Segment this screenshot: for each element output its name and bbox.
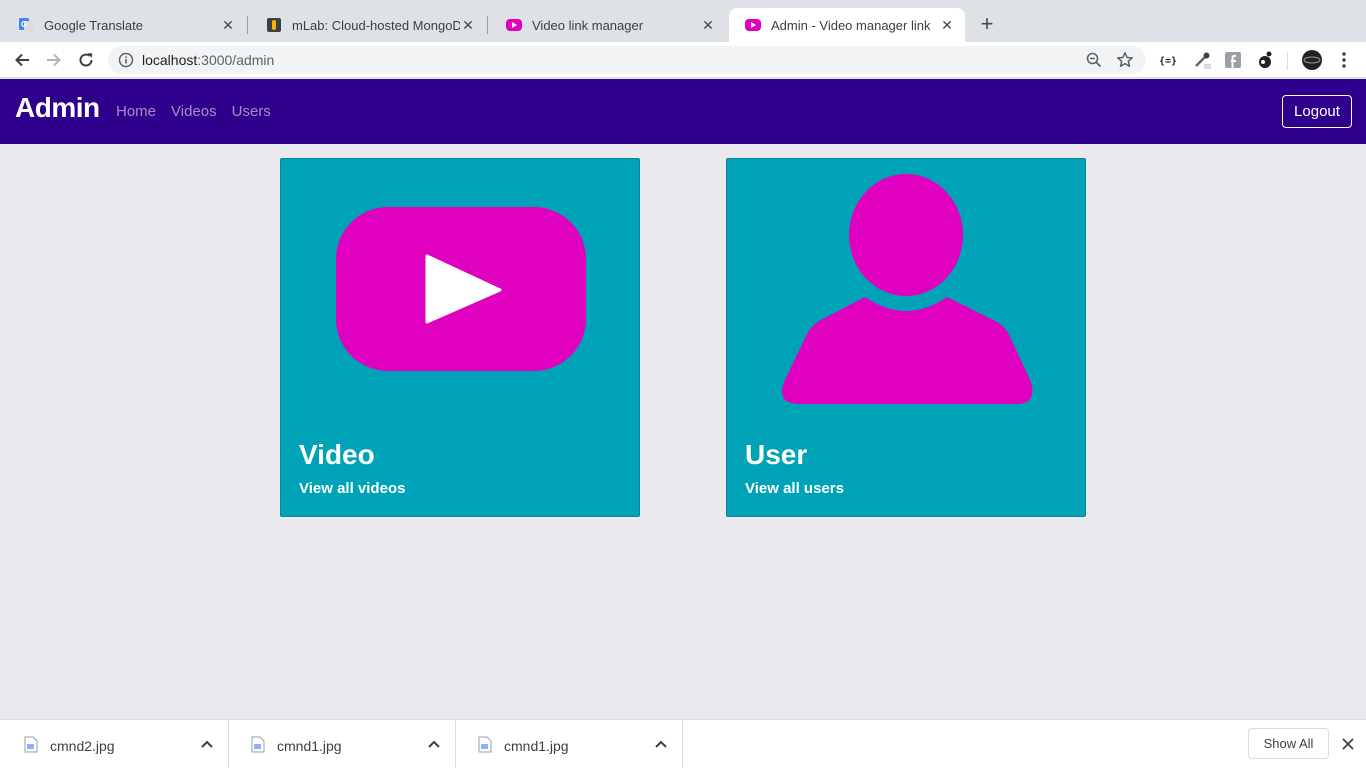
toolbar-divider [1287, 52, 1288, 70]
info-icon[interactable] [118, 52, 134, 68]
url-text: localhost:3000/admin [142, 52, 274, 68]
video-play-icon [506, 17, 522, 33]
user-card[interactable]: User View all users [726, 158, 1086, 517]
download-item[interactable]: cmnd1.jpg [456, 720, 683, 768]
zoom-icon[interactable] [1085, 51, 1103, 69]
download-filename: cmnd1.jpg [504, 738, 569, 754]
gnome-extension-icon[interactable] [1255, 50, 1275, 70]
chevron-up-icon[interactable] [654, 737, 668, 751]
url-path: :3000/admin [197, 52, 275, 68]
nav-link-videos[interactable]: Videos [171, 103, 217, 120]
play-button-icon [281, 159, 639, 419]
tab-title: Admin - Video manager link [771, 17, 931, 33]
tab-divider [247, 16, 248, 34]
download-item[interactable]: cmnd1.jpg [229, 720, 456, 768]
card-title: User [745, 439, 808, 470]
card-link[interactable]: View all videos [299, 480, 405, 497]
address-bar[interactable]: localhost:3000/admin [108, 46, 1146, 74]
forward-arrow-icon[interactable] [42, 48, 66, 72]
close-tab-icon[interactable]: ✕ [939, 17, 955, 33]
reload-icon[interactable] [74, 48, 98, 72]
url-host: localhost [142, 52, 198, 68]
video-card[interactable]: Video View all videos [280, 158, 640, 517]
nav-link-home[interactable]: Home [116, 103, 156, 120]
tab-admin-video-manager[interactable]: Admin - Video manager link ✕ [729, 8, 965, 42]
image-file-icon [478, 736, 492, 753]
image-file-icon [251, 736, 265, 753]
download-filename: cmnd1.jpg [277, 738, 342, 754]
mlab-icon [266, 17, 282, 33]
chevron-up-icon[interactable] [200, 737, 214, 751]
navbar-brand[interactable]: Admin [15, 92, 100, 124]
browser-toolbar: localhost:3000/admin {=} [0, 42, 1366, 78]
close-icon[interactable] [1340, 736, 1356, 752]
download-shelf: cmnd2.jpg cmnd1.jpg cmnd1.jpg Show All [0, 719, 1366, 768]
eyedropper-extension-icon[interactable] [1192, 50, 1212, 70]
image-file-icon [24, 736, 38, 753]
card-link[interactable]: View all users [745, 480, 844, 497]
json-extension-icon[interactable]: {=} [1158, 50, 1178, 70]
back-arrow-icon[interactable] [10, 48, 34, 72]
navbar-links: Home Videos Users [116, 103, 286, 120]
close-tab-icon[interactable]: ✕ [220, 17, 236, 33]
tab-video-link-manager[interactable]: Video link manager ✕ [490, 8, 726, 42]
app-navbar: Admin Home Videos Users Logout [0, 79, 1366, 144]
close-tab-icon[interactable]: ✕ [460, 17, 476, 33]
close-tab-icon[interactable]: ✕ [700, 17, 716, 33]
browser-tab-strip: G Google Translate ✕ mLab: Cloud-hosted … [0, 0, 1366, 42]
tab-title: Google Translate [44, 17, 144, 33]
video-play-icon [745, 17, 761, 33]
user-silhouette-icon [727, 159, 1085, 419]
bookmark-star-icon[interactable] [1116, 51, 1134, 69]
tab-title: mLab: Cloud-hosted MongoDB [292, 17, 460, 33]
tab-title: Video link manager [532, 17, 644, 33]
download-filename: cmnd2.jpg [50, 738, 115, 754]
chevron-up-icon[interactable] [427, 737, 441, 751]
profile-avatar[interactable] [1301, 49, 1323, 71]
card-title: Video [299, 439, 375, 470]
tab-google-translate[interactable]: G Google Translate ✕ [2, 8, 246, 42]
logout-button[interactable]: Logout [1282, 95, 1352, 128]
show-all-button[interactable]: Show All [1248, 728, 1329, 759]
menu-kebab-icon[interactable] [1334, 50, 1354, 70]
svg-text:G: G [21, 20, 27, 29]
tab-mlab[interactable]: mLab: Cloud-hosted MongoDB ✕ [250, 8, 486, 42]
svg-text:{=}: {=} [1159, 56, 1177, 67]
new-tab-button[interactable]: + [976, 11, 998, 36]
facebook-extension-icon[interactable] [1223, 50, 1243, 70]
nav-link-users[interactable]: Users [232, 103, 271, 120]
google-translate-icon: G [18, 17, 34, 33]
tab-divider [487, 16, 488, 34]
download-item[interactable]: cmnd2.jpg [2, 720, 229, 768]
